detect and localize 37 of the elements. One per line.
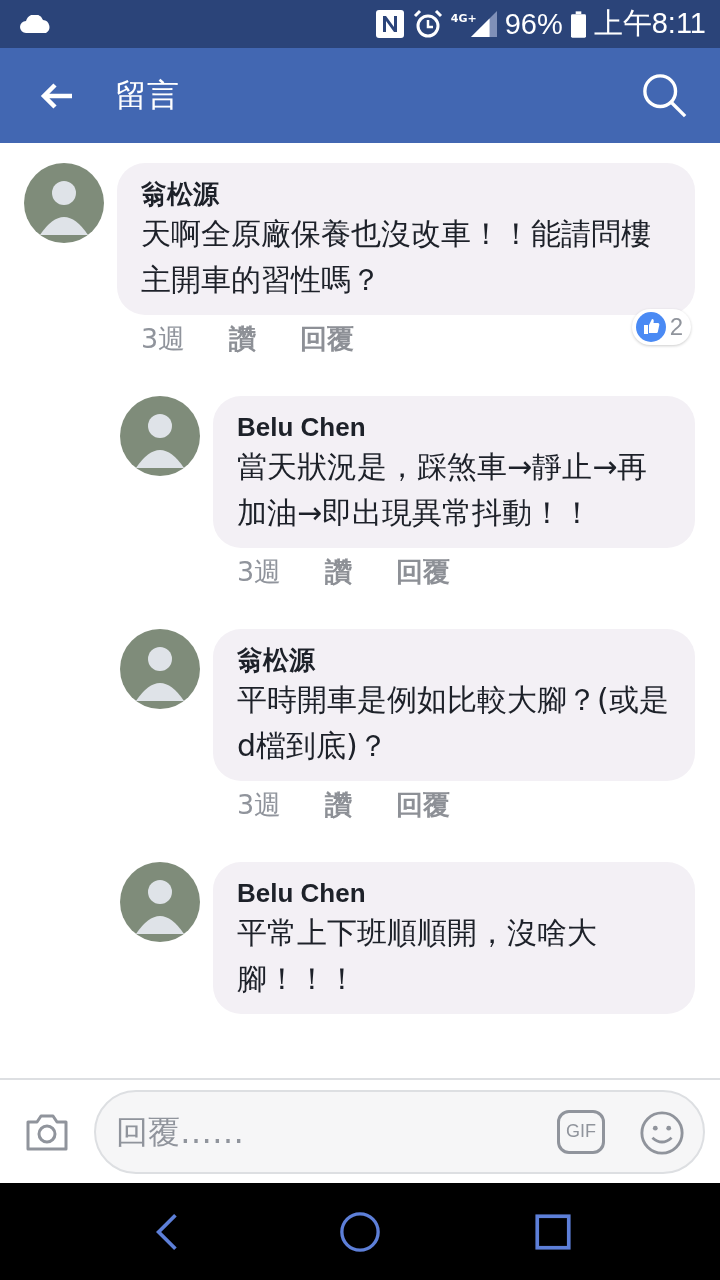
author-name[interactable]: Belu Chen bbox=[237, 410, 671, 444]
thumbs-up-icon bbox=[635, 312, 666, 342]
comment-text: 當天狀況是，踩煞車→靜止→再加油→即出現異常抖動！！ bbox=[237, 448, 649, 532]
network-label: 4G+ bbox=[450, 12, 477, 25]
like-link[interactable]: 讚 bbox=[325, 554, 353, 590]
reply-link[interactable]: 回覆 bbox=[300, 321, 355, 357]
like-link[interactable]: 讚 bbox=[325, 787, 353, 823]
battery-level: 96% bbox=[504, 7, 563, 41]
comment-time: 3週 bbox=[237, 788, 282, 822]
author-name[interactable]: 翁松源 bbox=[237, 643, 671, 677]
author-name[interactable]: Belu Chen bbox=[237, 876, 671, 910]
clock: 上午8:11 bbox=[593, 6, 706, 41]
avatar-icon[interactable] bbox=[120, 629, 200, 709]
search-icon[interactable] bbox=[642, 72, 688, 119]
avatar-icon[interactable] bbox=[24, 163, 104, 243]
comment-text: 平常上下班順順開，沒啥大腳！！！ bbox=[237, 914, 598, 998]
avatar-icon[interactable] bbox=[120, 862, 200, 942]
reply-link[interactable]: 回覆 bbox=[396, 787, 451, 823]
page-title: 留言 bbox=[115, 74, 180, 116]
comment-time: 3週 bbox=[237, 555, 282, 589]
author-name[interactable]: 翁松源 bbox=[141, 177, 671, 211]
smiley-icon[interactable] bbox=[639, 1109, 685, 1156]
nfc-icon bbox=[374, 9, 405, 39]
reply-link[interactable]: 回覆 bbox=[396, 554, 451, 590]
avatar-icon[interactable] bbox=[120, 396, 200, 476]
reaction-badge[interactable]: 2 bbox=[631, 309, 691, 345]
comment-text: 平時開車是例如比較大腳？(或是d檔到底)？ bbox=[237, 681, 670, 765]
back-icon[interactable] bbox=[40, 81, 74, 110]
comment-text: 天啊全原廠保養也沒改車！！能請問樓主開車的習性嗎？ bbox=[141, 215, 652, 299]
home-icon[interactable] bbox=[339, 1210, 381, 1253]
battery-icon bbox=[570, 10, 586, 38]
like-link[interactable]: 讚 bbox=[229, 321, 257, 357]
reaction-count: 2 bbox=[669, 313, 683, 341]
gif-button[interactable]: GIF bbox=[557, 1109, 605, 1154]
comment-time: 3週 bbox=[141, 322, 186, 356]
cloud-icon bbox=[20, 15, 52, 33]
alarm-icon bbox=[412, 9, 443, 39]
